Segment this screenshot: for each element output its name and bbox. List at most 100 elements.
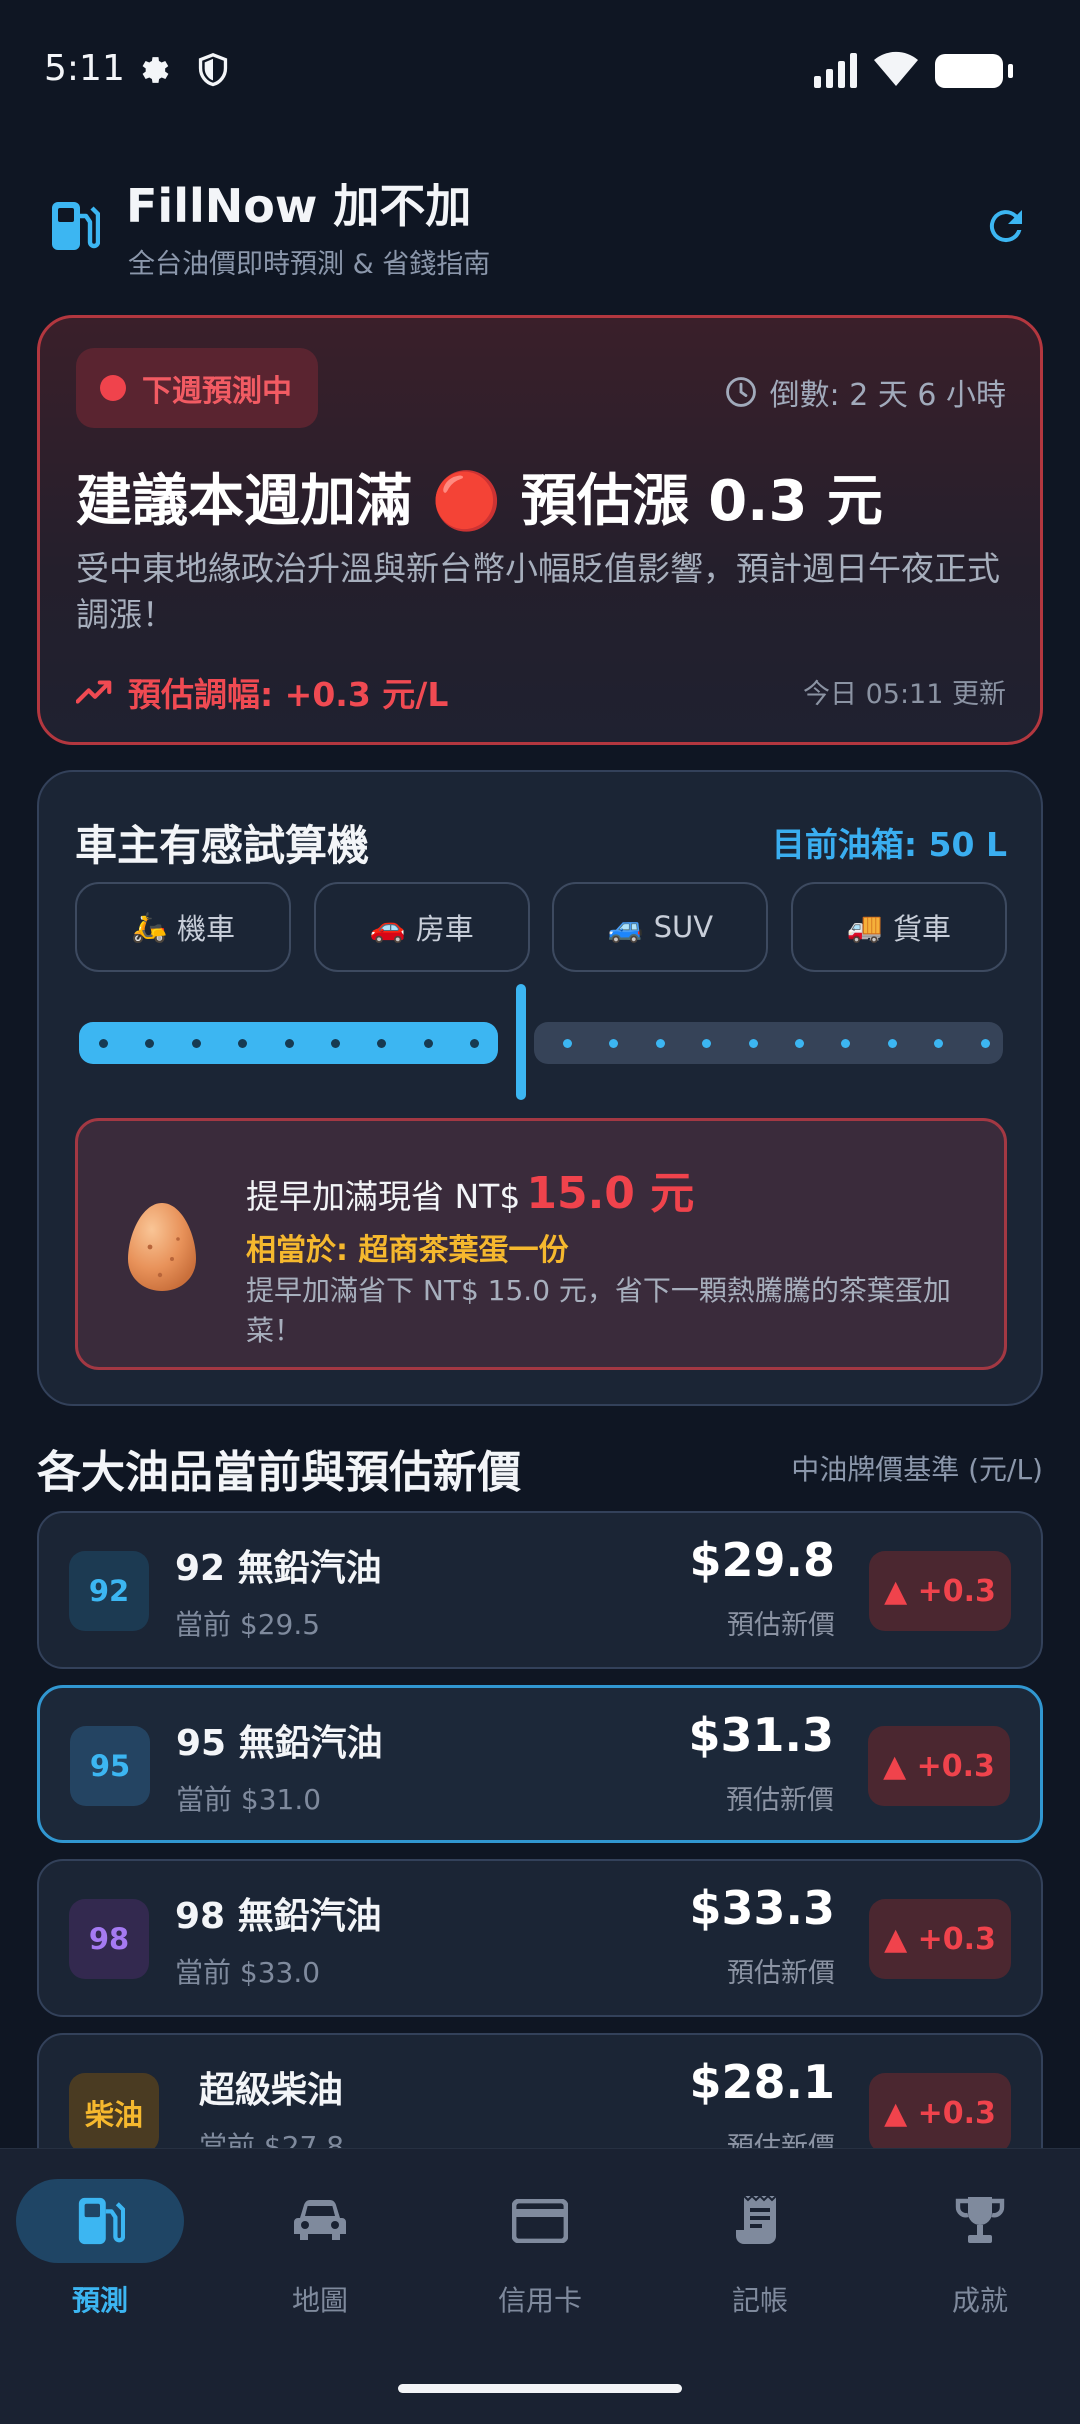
- vehicle-chip-suv[interactable]: 🚙 SUV: [552, 882, 769, 972]
- app-header: FillNow 加不加 全台油價即時預測 & 省錢指南: [0, 160, 1080, 290]
- battery-icon: [935, 54, 1013, 88]
- forecast-updated-time: 今日 05:11 更新: [803, 679, 1006, 710]
- fuel-new-price: $33.3: [689, 1881, 835, 1935]
- fuel-new-price-label: 預估新價: [726, 1785, 834, 1816]
- forecast-range-text: 預估調幅: +0.3 元/L: [128, 675, 449, 714]
- refresh-button[interactable]: [976, 196, 1036, 256]
- fuel-change-badge: ▲ +0.3: [869, 1551, 1011, 1631]
- nav-label: 成就: [951, 2284, 1008, 2317]
- vehicle-label: 房車: [415, 912, 474, 946]
- nav-icon-slot: [456, 2179, 624, 2263]
- savings-amount: 15.0 元: [526, 1168, 695, 1219]
- credit-card-icon: [512, 2199, 568, 2243]
- slider-tick: [563, 1039, 572, 1048]
- fuel-grade-badge: 92: [69, 1551, 149, 1631]
- fuel-pump-icon: [78, 2197, 125, 2245]
- truck-icon: 🚚: [846, 909, 884, 944]
- forecast-badge-label: 下週預測中: [142, 374, 292, 409]
- countdown: 倒數: 2 天 6 小時: [724, 370, 1006, 414]
- fuel-row-95[interactable]: 95 95 無鉛汽油 當前 $31.0 $31.3 預估新價 ▲ +0.3: [37, 1685, 1043, 1843]
- nav-icon-slot: [896, 2179, 1064, 2263]
- trending-up-icon: [76, 680, 112, 704]
- receipt-icon: [736, 2194, 777, 2244]
- tank-level-slider[interactable]: [79, 984, 1003, 1100]
- price-unit-label: 中油牌價基準 (元/L): [791, 1453, 1043, 1486]
- trophy-icon: [955, 2197, 1005, 2243]
- fuel-change-badge: ▲ +0.3: [868, 1726, 1010, 1806]
- nav-item-ledger[interactable]: 記帳: [660, 2179, 860, 2329]
- forecast-range: 預估調幅: +0.3 元/L: [76, 668, 448, 716]
- fuel-name: 95 無鉛汽油: [176, 1723, 383, 1764]
- nav-item-forecast[interactable]: 預測: [0, 2179, 200, 2329]
- clock-icon: [725, 377, 756, 407]
- slider-tick: [980, 1039, 990, 1048]
- price-list-header: 各大油品當前與預估新價 中油牌價基準 (元/L): [37, 1436, 1043, 1498]
- fuel-grade-badge: 95: [70, 1726, 150, 1806]
- home-indicator[interactable]: [398, 2384, 682, 2393]
- app-title: FillNow 加不加: [126, 179, 472, 233]
- savings-description: 提早加滿省下 NT$ 15.0 元，省下一顆熱騰騰的茶葉蛋加菜！: [246, 1274, 951, 1347]
- nav-icon-slot: [236, 2179, 404, 2263]
- fuel-new-price-label: 預估新價: [727, 1610, 835, 1641]
- nav-label: 信用卡: [497, 2284, 582, 2317]
- fuel-new-price: $31.3: [688, 1708, 834, 1762]
- savings-equivalent: 相當於: 超商茶葉蛋一份: [246, 1233, 569, 1268]
- fuel-grade-badge: 98: [69, 1899, 149, 1979]
- forecast-card: 下週預測中 倒數: 2 天 6 小時 建議本週加滿 🔴 預估漲 0.3 元 受中…: [37, 315, 1043, 745]
- slider-tick: [284, 1039, 294, 1048]
- vehicle-chip-truck[interactable]: 🚚 貨車: [790, 882, 1007, 972]
- nav-item-achievements[interactable]: 成就: [880, 2179, 1080, 2329]
- slider-tick: [331, 1039, 340, 1048]
- nav-icon-highlight: [16, 2179, 184, 2263]
- fuel-current-price: 當前 $29.5: [175, 1608, 321, 1641]
- nav-item-credit-card[interactable]: 信用卡: [440, 2179, 640, 2329]
- vehicle-selector: 🛵 機車 🚗 房車 🚙 SUV 🚚 貨車: [75, 882, 1007, 972]
- fuel-pump-logo-icon: [48, 198, 101, 258]
- vehicle-label: 機車: [177, 912, 236, 946]
- nav-item-map[interactable]: 地圖: [220, 2179, 420, 2329]
- nav-label: 預測: [71, 2284, 128, 2317]
- status-dot-icon: [100, 375, 126, 401]
- price-list-title: 各大油品當前與預估新價: [37, 1447, 521, 1498]
- fuel-change-badge: ▲ +0.3: [869, 1899, 1011, 1979]
- suv-icon: 🚙: [607, 909, 644, 944]
- egg-icon: [124, 1199, 200, 1299]
- slider-tick: [99, 1039, 108, 1048]
- vehicle-label: 貨車: [893, 912, 952, 946]
- fuel-row-92[interactable]: 92 92 無鉛汽油 當前 $29.5 $29.8 預估新價 ▲ +0.3: [37, 1511, 1043, 1669]
- vehicle-chip-scooter[interactable]: 🛵 機車: [75, 882, 291, 972]
- vehicle-chip-sedan[interactable]: 🚗 房車: [313, 882, 530, 972]
- fuel-name: 超級柴油: [199, 2070, 344, 2111]
- slider-tick: [423, 1039, 433, 1048]
- slider-tick: [748, 1039, 758, 1048]
- slider-thumb[interactable]: [516, 984, 526, 1100]
- savings-calculator-card: 車主有感試算機 目前油箱: 50 L 🛵 機車 🚗 房車 🚙 SUV 🚚 貨車 …: [37, 770, 1043, 1406]
- savings-title: 提早加滿現省 NT$ 15.0 元: [246, 1157, 694, 1221]
- slider-tick: [655, 1039, 665, 1048]
- slider-tick: [887, 1039, 897, 1048]
- fuel-current-price: 當前 $31.0: [176, 1783, 322, 1816]
- fuel-new-price-label: 預估新價: [727, 1958, 835, 1989]
- wifi-icon: [872, 50, 920, 92]
- nav-label: 地圖: [291, 2284, 348, 2317]
- calculator-title: 車主有感試算機: [75, 821, 370, 870]
- slider-track: [534, 1022, 1003, 1064]
- fuel-name: 98 無鉛汽油: [175, 1896, 382, 1937]
- nav-label: 記帳: [731, 2284, 788, 2317]
- app-subtitle: 全台油價即時預測 & 省錢指南: [128, 249, 491, 280]
- status-bar: 5:11: [0, 0, 1080, 140]
- scooter-icon: 🛵: [130, 909, 168, 944]
- tank-capacity-label: 目前油箱: 50 L: [771, 825, 1007, 864]
- vehicle-label: SUV: [653, 910, 714, 944]
- car-icon: [294, 2200, 346, 2240]
- forecast-description: 受中東地緣政治升溫與新台幣小幅貶值影響，預計週日午夜正式調漲！: [76, 549, 1000, 634]
- fuel-new-price: $29.8: [689, 1533, 835, 1587]
- shield-icon: [196, 52, 230, 92]
- refresh-icon: [989, 210, 1022, 243]
- fuel-grade-badge: 柴油: [69, 2073, 160, 2153]
- nav-icon-slot: [676, 2179, 844, 2263]
- forecast-headline: 建議本週加滿 🔴 預估漲 0.3 元: [76, 469, 883, 534]
- fuel-row-98[interactable]: 98 98 無鉛汽油 當前 $33.0 $33.3 預估新價 ▲ +0.3: [37, 1859, 1043, 2017]
- signal-icon: [812, 52, 860, 92]
- forecast-status-badge: 下週預測中: [76, 348, 318, 428]
